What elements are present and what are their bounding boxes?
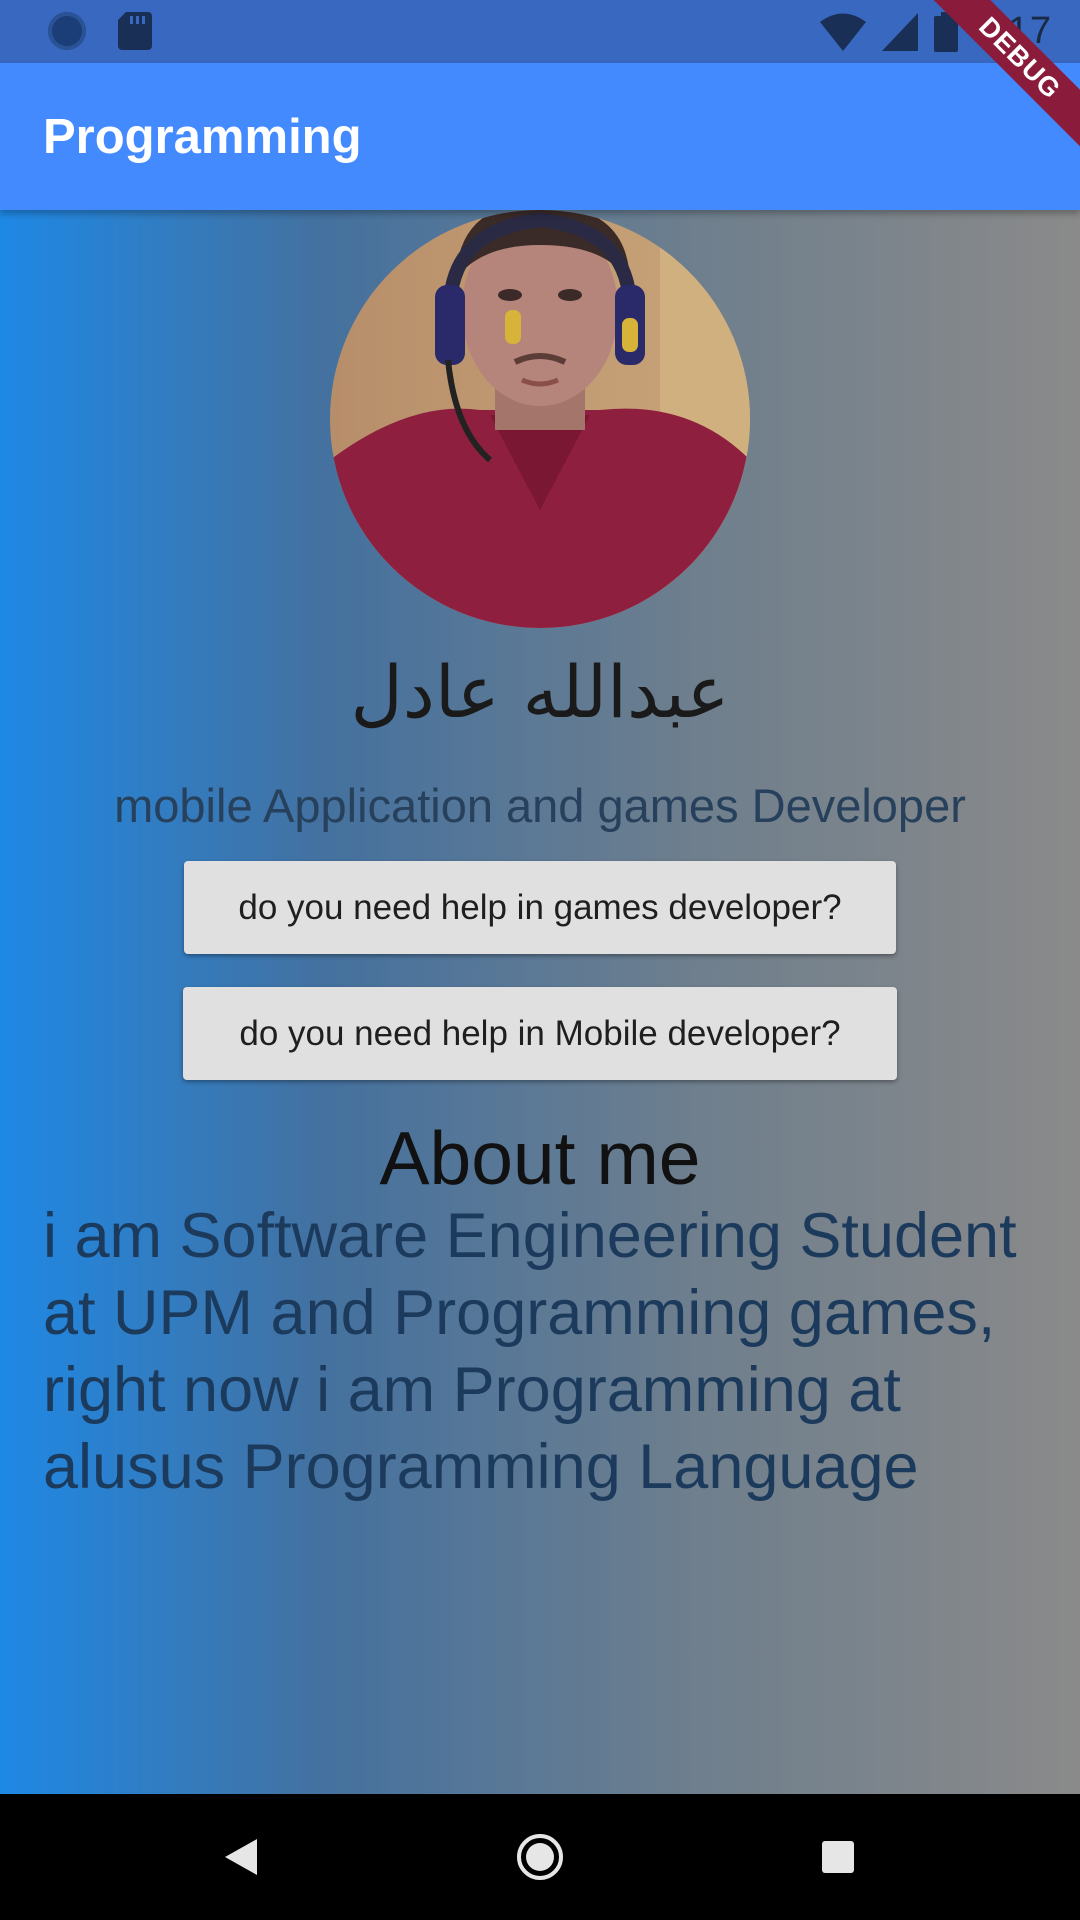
home-icon — [517, 1834, 563, 1880]
about-title: About me — [379, 1116, 701, 1200]
signal-icon — [882, 12, 919, 51]
wifi-icon — [820, 13, 867, 51]
games-help-button[interactable]: do you need help in games developer? — [184, 861, 896, 954]
back-icon — [225, 1839, 257, 1875]
profile-photo — [330, 210, 750, 628]
mobile-help-button[interactable]: do you need help in Mobile developer? — [183, 987, 897, 1080]
app-bar: Programming — [0, 63, 1080, 210]
nav-recents-button[interactable] — [803, 1822, 873, 1892]
status-left-icons — [48, 12, 152, 50]
nav-home-button[interactable] — [505, 1822, 575, 1892]
profile-name: عبدالله عادل — [350, 650, 730, 734]
record-icon — [48, 12, 86, 50]
about-text: i am Software Engineering Student at UPM… — [43, 1201, 1017, 1502]
sd-card-icon — [118, 12, 152, 50]
recents-icon — [822, 1841, 854, 1873]
status-bar: 9:17 — [0, 0, 1080, 63]
profile-avatar — [330, 210, 750, 628]
app-title: Programming — [43, 110, 362, 164]
profile-subtitle: mobile Application and games Developer — [114, 779, 966, 832]
navigation-bar — [0, 1794, 1080, 1920]
nav-back-button[interactable] — [206, 1822, 276, 1892]
profile-content: عبدالله عادل mobile Application and game… — [0, 210, 1080, 1794]
